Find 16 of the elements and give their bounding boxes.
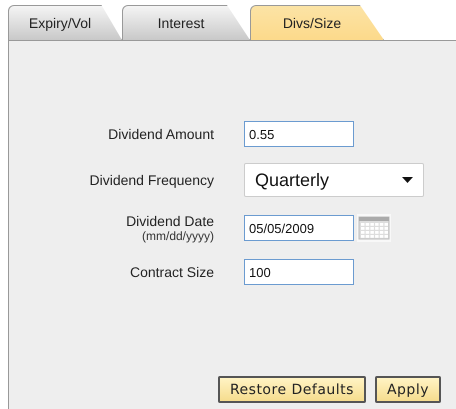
field-label: Dividend Frequency — [89, 172, 214, 188]
input-field[interactable]: 100 — [244, 259, 354, 285]
tab[interactable]: Divs/Size — [250, 5, 384, 40]
caret-icon — [402, 177, 413, 183]
format-hint: (mm/dd/yyyy) — [142, 229, 214, 243]
tab[interactable]: Expiry/Vol — [8, 5, 122, 40]
field-label: Contract Size — [130, 264, 214, 280]
calendar-icon[interactable] — [357, 214, 391, 242]
dropdown[interactable]: Quarterly — [244, 163, 424, 197]
restore-defaults-button[interactable]: Restore Defaults — [218, 376, 366, 403]
field-label: Dividend Date — [126, 213, 214, 229]
date-field[interactable]: 05/05/2009 — [244, 215, 354, 241]
tab[interactable]: Interest — [122, 5, 250, 40]
field-label: Dividend Amount — [108, 126, 214, 142]
input-field[interactable]: 0.55 — [244, 121, 354, 147]
apply-button[interactable]: Apply — [374, 376, 441, 403]
